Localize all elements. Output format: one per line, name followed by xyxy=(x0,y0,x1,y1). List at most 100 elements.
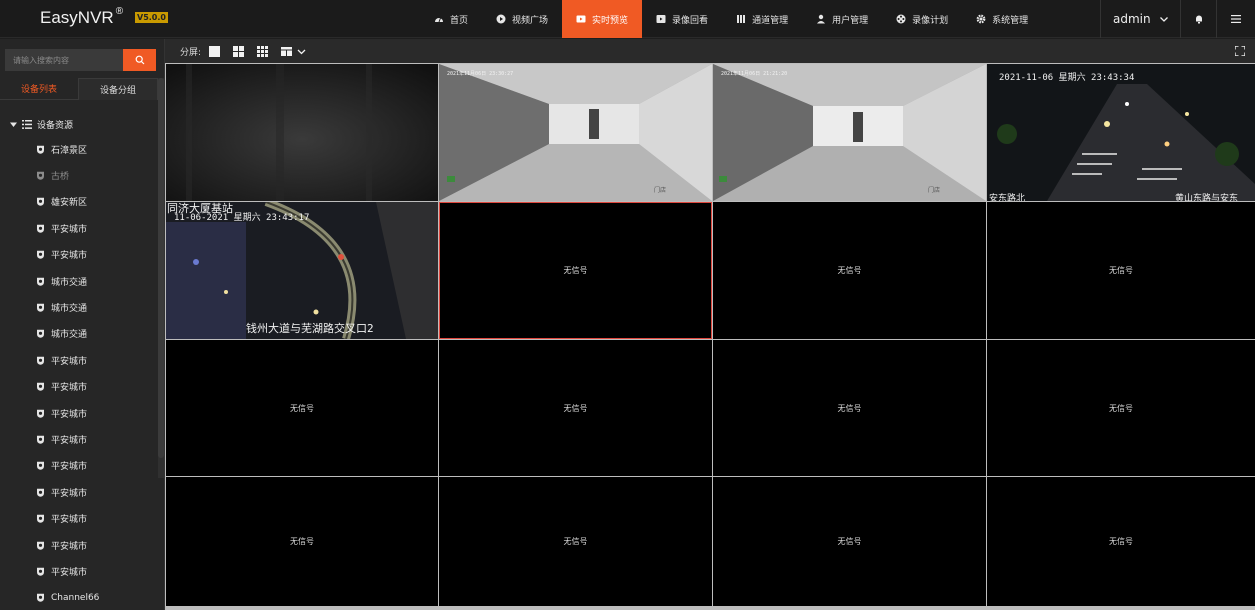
menu-button[interactable] xyxy=(1216,0,1255,38)
brand-logo[interactable]: EasyNVR ® xyxy=(40,6,123,28)
device-tree-item-label: 平安城市 xyxy=(51,462,88,473)
video-timestamp: 2021年11月06日 23:30:27 xyxy=(447,71,514,77)
split-layout-button[interactable] xyxy=(281,46,293,57)
video-cell[interactable]: 无信号 xyxy=(713,340,986,476)
username: admin xyxy=(1113,12,1151,26)
split-label: 分屏: xyxy=(180,47,202,58)
device-tree-item[interactable]: 平安城市 xyxy=(36,426,99,452)
device-tree-item-label: 平安城市 xyxy=(51,488,88,499)
device-tree-item[interactable]: 平安城市 xyxy=(36,479,99,505)
nav-channel-management[interactable]: 通道管理 xyxy=(722,0,802,38)
device-tree-item[interactable]: 城市交通 xyxy=(36,321,99,347)
video-cell[interactable]: 无信号 xyxy=(713,477,986,606)
no-signal-label: 无信号 xyxy=(563,266,588,275)
video-cell[interactable]: 无信号 xyxy=(166,477,438,606)
live-video-icon xyxy=(576,14,586,24)
device-tree-item[interactable]: 城市交通 xyxy=(36,268,99,294)
tab-device-list[interactable]: 设备列表 xyxy=(0,78,78,100)
tab-device-group[interactable]: 设备分组 xyxy=(78,78,158,100)
device-tree-item[interactable]: 平安城市 xyxy=(36,347,99,373)
video-cell-selected[interactable]: 无信号 xyxy=(439,202,712,339)
video-caption: 安东路北 xyxy=(989,194,1026,201)
video-timestamp: 2021-11-06 星期六 23:43:34 xyxy=(999,73,1135,83)
split-4-button[interactable] xyxy=(233,45,245,57)
video-cell[interactable]: 无信号 xyxy=(439,340,712,476)
video-cell[interactable]: 2021-11-06 星期六 23:43:34 安东路北 黄山东路与安东 xyxy=(987,64,1255,201)
list-icon xyxy=(22,120,32,129)
video-cell[interactable]: 无信号 xyxy=(439,477,712,606)
device-tree-item[interactable]: 平安城市 xyxy=(36,532,99,558)
split-1-button[interactable] xyxy=(209,45,221,57)
no-signal-label: 无信号 xyxy=(1109,537,1133,546)
no-signal-label: 无信号 xyxy=(837,403,862,413)
easynvr-app: EasyNVR® V5.0.0 首页 视频广场 实时预览 录像回看 通道管理 xyxy=(0,0,1255,610)
device-tree-item[interactable]: 平安城市 xyxy=(36,558,99,584)
device-tree-item[interactable]: Channel66 xyxy=(36,585,99,610)
video-cell[interactable]: 2021年11月06日 21:21:20 门店 xyxy=(713,64,986,201)
device-tree-item-label: 城市交通 xyxy=(51,330,88,341)
split-9-button[interactable] xyxy=(257,45,269,57)
device-tree-item[interactable]: 平安城市 xyxy=(36,242,99,268)
device-tree-item[interactable]: 平安城市 xyxy=(36,374,99,400)
split-more-dropdown[interactable] xyxy=(296,46,307,57)
video-watermark: 门店 xyxy=(928,187,941,194)
camera-icon xyxy=(37,171,44,180)
scrollbar-thumb[interactable] xyxy=(158,78,164,458)
camera-icon xyxy=(37,541,44,550)
top-bar: EasyNVR® V5.0.0 首页 视频广场 实时预览 录像回看 通道管理 xyxy=(0,0,1255,38)
caret-down-icon xyxy=(10,122,17,127)
video-cell[interactable]: 2021年11月06日 23:30:27 门店 xyxy=(439,64,712,201)
video-cell[interactable] xyxy=(166,64,438,201)
user-menu[interactable]: admin xyxy=(1100,0,1169,38)
single-view-icon xyxy=(209,45,221,57)
device-tree-item[interactable]: 城市交通 xyxy=(36,294,99,320)
search-button[interactable] xyxy=(123,49,156,71)
camera-icon xyxy=(37,198,44,207)
camera-icon xyxy=(37,356,44,365)
nav-system-management[interactable]: 系统管理 xyxy=(962,0,1042,38)
video-cell[interactable]: 无信号 xyxy=(987,340,1255,476)
device-tree-item[interactable]: 雄安新区 xyxy=(36,189,99,215)
sidebar-scrollbar[interactable] xyxy=(158,78,164,478)
version-badge: V5.0.0 xyxy=(135,12,168,23)
video-cell[interactable]: 无信号 xyxy=(166,340,438,476)
device-tree-item[interactable]: 石漳景区 xyxy=(36,136,99,162)
camera-icon xyxy=(37,277,44,286)
video-timestamp: 2021年11月06日 21:21:20 xyxy=(721,71,788,77)
tree-root-label: 设备资源 xyxy=(37,121,74,131)
dashboard-icon xyxy=(434,14,444,24)
device-tree-item-label: 平安城市 xyxy=(51,409,88,420)
tree-root[interactable]: 设备资源 xyxy=(10,118,73,131)
device-tree-item-label: 平安城市 xyxy=(51,541,88,552)
device-tree-item[interactable]: 平安城市 xyxy=(36,505,99,531)
device-tree-item[interactable]: 平安城市 xyxy=(36,400,99,426)
nav-live-preview[interactable]: 实时预览 xyxy=(562,0,643,38)
video-cell[interactable]: 无信号 xyxy=(987,477,1255,606)
device-sidebar: 设备列表 设备分组 设备资源 石漳景区古桥雄安新区平安城市平安城市城市交通城市交… xyxy=(0,39,165,610)
nav-playback[interactable]: 录像回看 xyxy=(642,0,722,38)
video-watermark: 门店 xyxy=(654,187,667,194)
nav-user-management[interactable]: 用户管理 xyxy=(802,0,882,38)
device-tree-item-label: 平安城市 xyxy=(51,251,88,262)
nav-record-plan[interactable]: 录像计划 xyxy=(882,0,962,38)
no-signal-label: 无信号 xyxy=(563,403,588,413)
device-tree-item[interactable]: 古桥 xyxy=(36,162,99,188)
no-signal-label: 无信号 xyxy=(1109,403,1133,413)
video-cell[interactable]: 同济大厦基站 11-06-2021 星期六 23:43:17 钱州大道与芜湖路交… xyxy=(166,202,438,339)
device-search xyxy=(5,49,156,71)
video-feed-street xyxy=(987,64,1255,201)
video-cell[interactable]: 无信号 xyxy=(987,202,1255,339)
search-input[interactable] xyxy=(5,49,123,71)
nav-home[interactable]: 首页 xyxy=(420,0,482,38)
fullscreen-icon[interactable] xyxy=(1235,46,1245,56)
nav-video-square[interactable]: 视频广场 xyxy=(482,0,562,38)
device-tree-item[interactable]: 平安城市 xyxy=(36,453,99,479)
layout-icon xyxy=(281,46,293,56)
video-cell[interactable]: 无信号 xyxy=(713,202,986,339)
camera-icon xyxy=(37,594,44,603)
camera-icon xyxy=(37,383,44,392)
device-tree-item[interactable]: 平安城市 xyxy=(36,215,99,241)
camera-icon xyxy=(37,330,44,339)
notification-button[interactable] xyxy=(1180,0,1216,38)
camera-icon xyxy=(37,462,44,471)
